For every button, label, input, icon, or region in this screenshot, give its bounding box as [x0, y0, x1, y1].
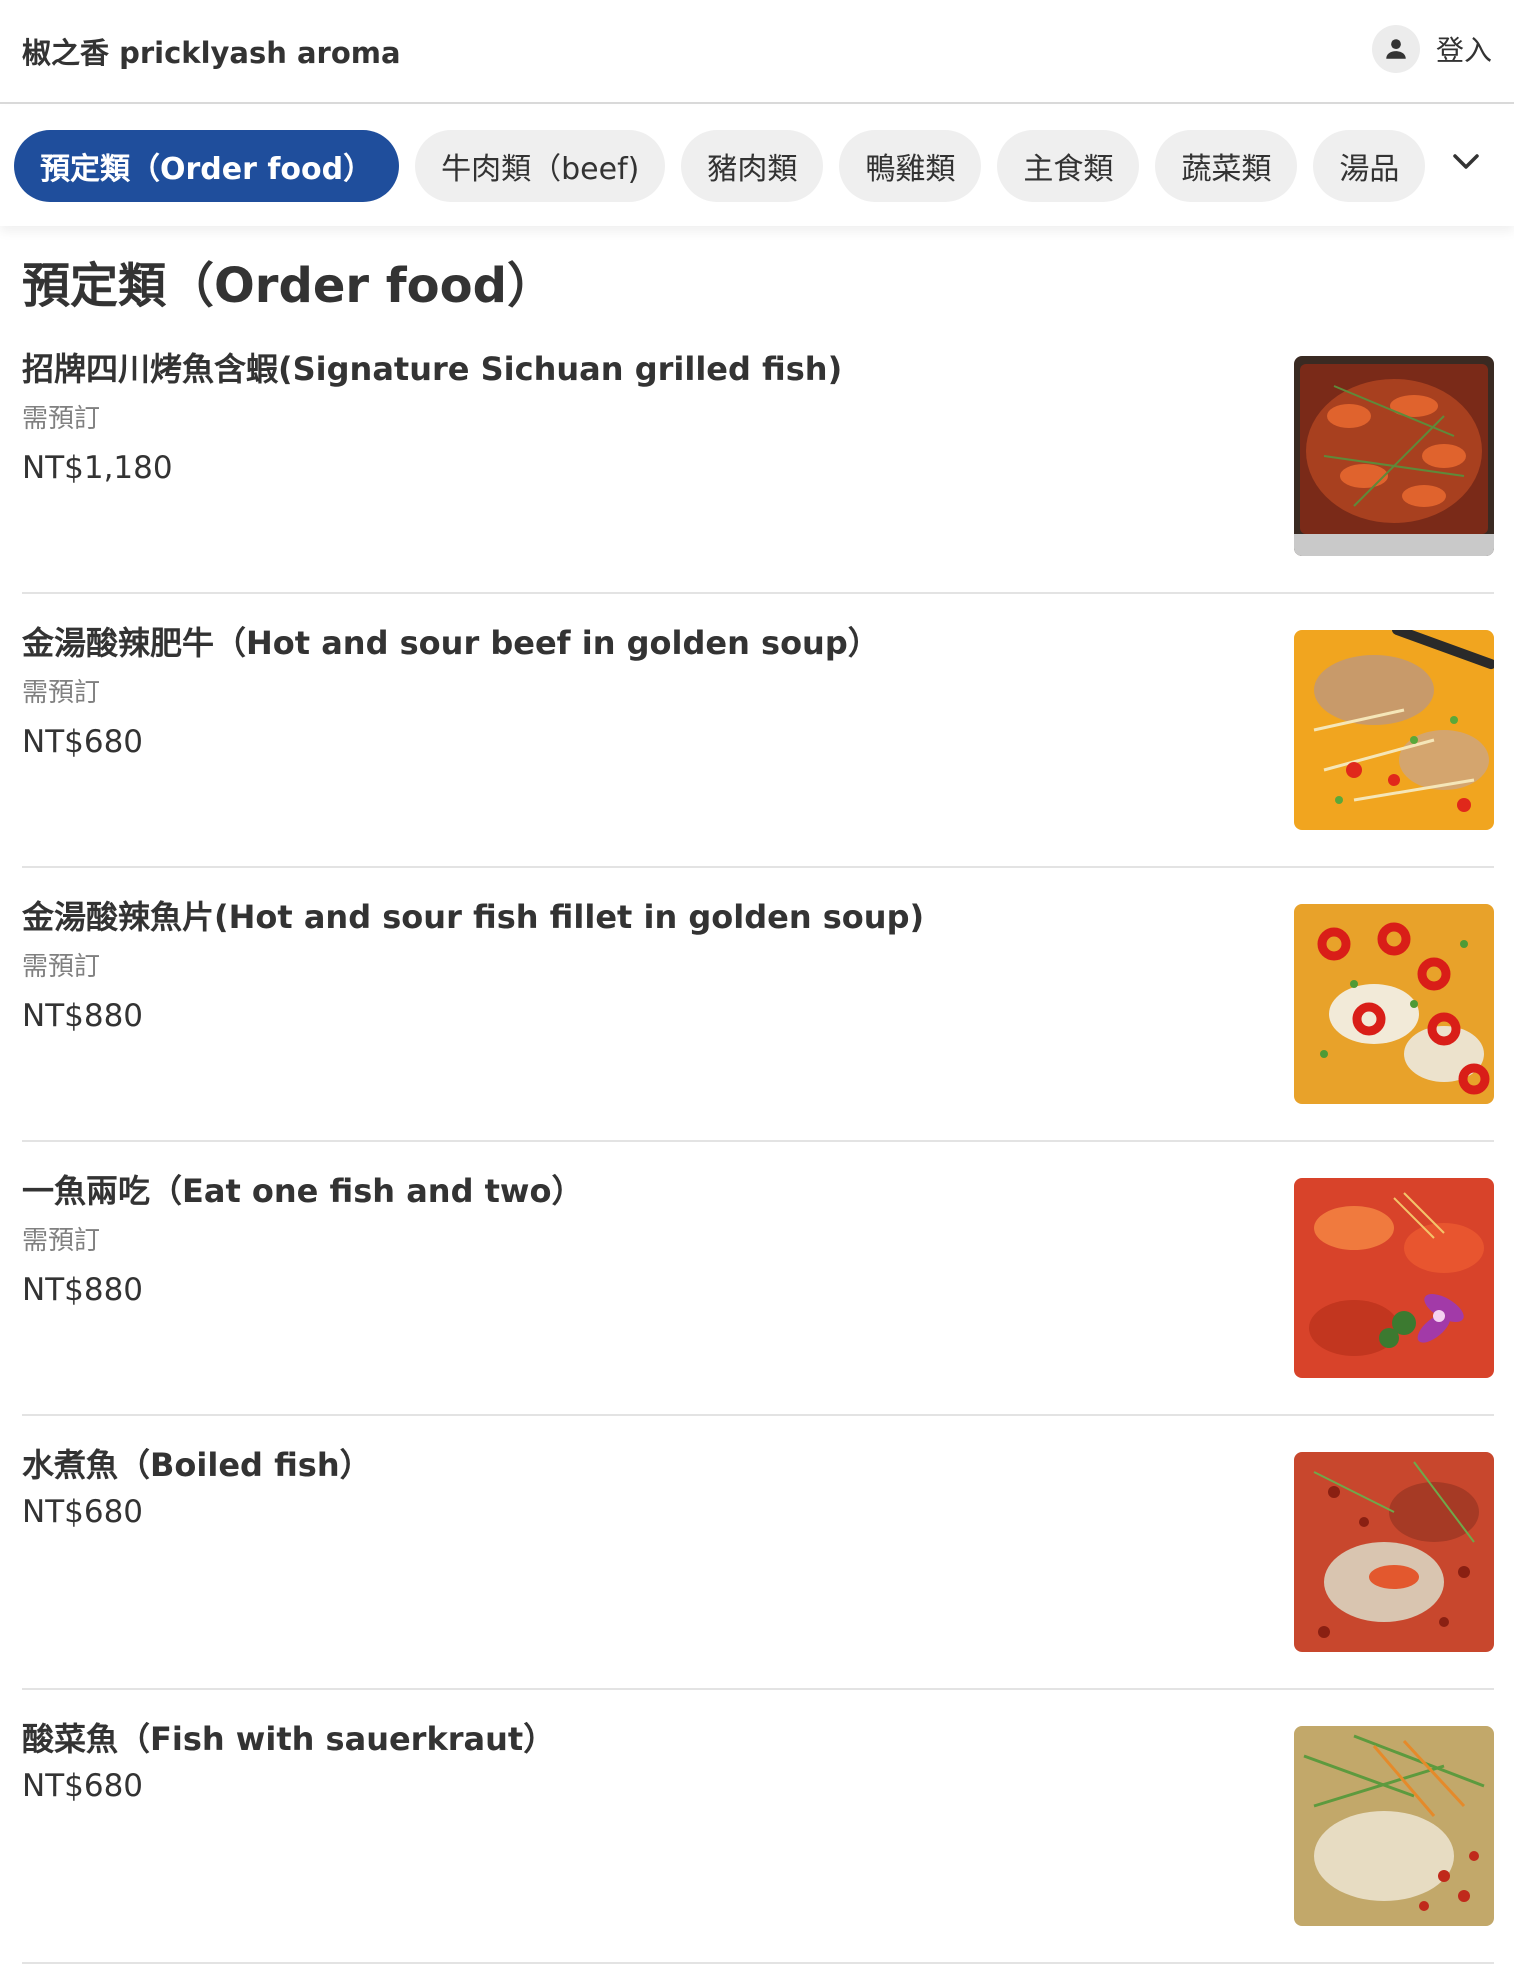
- store-name[interactable]: 椒之香 pricklyash aroma: [22, 30, 401, 72]
- category-list: 預定類（Order food） 牛肉類（beef) 豬肉類 鴨雞類 主食類 蔬菜類 湯品: [14, 130, 1426, 202]
- item-name: 金湯酸辣魚片(Hot and sour fish fillet in golde…: [22, 898, 925, 936]
- menu-item[interactable]: 金湯酸辣魚片(Hot and sour fish fillet in golde…: [22, 868, 1494, 1142]
- menu-item[interactable]: 水煮魚（Boiled fish） NT$680: [22, 1416, 1494, 1690]
- item-price: NT$680: [22, 1768, 144, 1804]
- grilled-fish-photo: [1294, 356, 1494, 556]
- item-note: 需預訂: [22, 678, 101, 708]
- app-header: 椒之香 pricklyash aroma 登入: [0, 0, 1514, 104]
- item-price: NT$1,180: [22, 450, 173, 486]
- item-note: 需預訂: [22, 1226, 101, 1256]
- menu-item[interactable]: 金湯酸辣肥牛（Hot and sour beef in golden soup）…: [22, 594, 1494, 868]
- section-title: 預定類（Order food）: [22, 258, 555, 314]
- login-label: 登入: [1435, 34, 1492, 67]
- menu-item[interactable]: 酸菜魚（Fish with sauerkraut） NT$680: [22, 1690, 1494, 1964]
- category-tab[interactable]: 主食類: [997, 130, 1140, 202]
- item-note: 需預訂: [22, 404, 101, 434]
- menu-list: 招牌四川烤魚含蝦(Signature Sichuan grilled fish)…: [22, 320, 1494, 1964]
- item-price: NT$880: [22, 998, 144, 1034]
- login-button[interactable]: 登入: [1371, 24, 1492, 74]
- two-way-fish-photo: [1294, 1178, 1494, 1378]
- category-tab[interactable]: 牛肉類（beef): [415, 130, 666, 202]
- item-name: 招牌四川烤魚含蝦(Signature Sichuan grilled fish): [22, 350, 843, 388]
- item-note: 需預訂: [22, 952, 101, 982]
- item-name: 金湯酸辣肥牛（Hot and sour beef in golden soup）: [22, 624, 880, 662]
- item-name: 酸菜魚（Fish with sauerkraut）: [22, 1720, 556, 1758]
- category-tab[interactable]: 鴨雞類: [839, 130, 982, 202]
- item-name: 一魚兩吃（Eat one fish and two）: [22, 1172, 584, 1210]
- boiled-fish-photo: [1294, 1452, 1494, 1652]
- item-price: NT$680: [22, 1494, 144, 1530]
- item-price: NT$880: [22, 1272, 144, 1308]
- category-bar: 預定類（Order food） 牛肉類（beef) 豬肉類 鴨雞類 主食類 蔬菜類 湯品: [0, 106, 1514, 226]
- chevron-down-icon[interactable]: [1444, 140, 1488, 184]
- user-icon: [1371, 25, 1420, 73]
- category-tab[interactable]: 豬肉類: [681, 130, 824, 202]
- category-tab[interactable]: 預定類（Order food）: [14, 130, 400, 202]
- menu-item[interactable]: 一魚兩吃（Eat one fish and two） 需預訂 NT$880: [22, 1142, 1494, 1416]
- category-tab[interactable]: 蔬菜類: [1155, 130, 1298, 202]
- golden-soup-beef-photo: [1294, 630, 1494, 830]
- menu-item[interactable]: 招牌四川烤魚含蝦(Signature Sichuan grilled fish)…: [22, 320, 1494, 594]
- item-name: 水煮魚（Boiled fish）: [22, 1446, 372, 1484]
- category-tab[interactable]: 湯品: [1313, 130, 1426, 202]
- item-price: NT$680: [22, 724, 144, 760]
- sauerkraut-fish-photo: [1294, 1726, 1494, 1926]
- golden-soup-fish-photo: [1294, 904, 1494, 1104]
